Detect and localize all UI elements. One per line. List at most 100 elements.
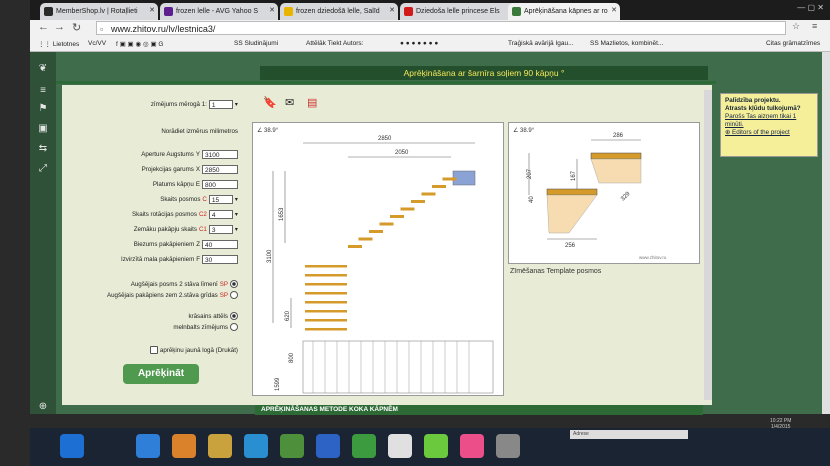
tab-tv[interactable]: Dziedoša lelle princese Els✕	[400, 3, 518, 20]
leaf-icon[interactable]: ❦	[38, 64, 48, 74]
close-icon[interactable]: ✕	[389, 6, 395, 14]
calc-form: zīmējums mērogā 1: 1 ▾ Norādiet izmērus m…	[66, 90, 246, 390]
panel-scrollbar[interactable]	[704, 90, 712, 400]
chevron-down-icon: ▾	[234, 101, 238, 108]
plan-outline	[302, 340, 494, 394]
scale-select[interactable]: 1	[208, 100, 233, 109]
step-tread	[305, 283, 347, 286]
bookmark-mazlietos[interactable]: SS Mazlietos, kombinēt...	[590, 40, 663, 47]
back-icon[interactable]: ←	[38, 21, 49, 33]
radio-color[interactable]: krāsains attēls	[188, 312, 238, 320]
bookmarks-bar: ⋮⋮ Lietotnes Vc/VV f ▣ ▣ ◉ ◎ ▣ G SS Slud…	[30, 37, 830, 52]
bookmark-icons-group[interactable]: f ▣ ▣ ◉ ◎ ▣ G	[116, 40, 163, 48]
new-window-row[interactable]: aprēķinu jaunā logā (Drukāt)	[149, 346, 238, 354]
media-icon[interactable]	[172, 434, 196, 458]
picasa-icon[interactable]	[460, 434, 484, 458]
address-bar[interactable]: ▫ www.zhitov.ru/lv/lestnica3/	[96, 21, 786, 35]
address-toolbar[interactable]: Adrese	[570, 430, 688, 439]
bookmark-attelak[interactable]: Attēlāk Tiekt Autors:	[306, 40, 363, 47]
step-tread	[432, 185, 446, 188]
radio-bw[interactable]: melnbalts zīmējums	[173, 323, 238, 331]
tab-membershop[interactable]: MemberShop.lv | Rotaļlieti ✕	[40, 3, 158, 20]
leaf-icon	[512, 7, 521, 16]
utorrent-icon[interactable]	[424, 434, 448, 458]
radio-under-floor[interactable]: Augšējais pakāpiens zem 2.stāva grīdas SP	[107, 291, 238, 299]
yahoo-icon	[164, 7, 173, 16]
thickness-input[interactable]: 40	[202, 240, 238, 249]
start-icon[interactable]	[60, 434, 84, 458]
step-tread	[400, 207, 415, 211]
radio-upper-level[interactable]: Augšējais posms 2 stāva līmenī SP	[131, 280, 238, 288]
translate-icon[interactable]: ⇆	[38, 144, 48, 154]
radio-button[interactable]	[230, 323, 238, 331]
lower-steps	[305, 265, 347, 331]
dim-label: 40	[529, 196, 535, 203]
bookmark-icons-group-2[interactable]: ● ● ● ● ● ● ●	[400, 40, 438, 47]
chrome-icon[interactable]	[388, 434, 412, 458]
mail-icon[interactable]: ✉	[285, 96, 294, 109]
folder-icon[interactable]	[208, 434, 232, 458]
app-icon[interactable]	[496, 434, 520, 458]
expand-icon[interactable]: ⤢	[38, 164, 48, 174]
dim-label: 2050	[395, 150, 409, 156]
radio-button[interactable]	[230, 280, 238, 288]
step-tread	[421, 192, 436, 196]
dim-label: 1653	[279, 207, 285, 221]
membershop-icon	[44, 7, 53, 16]
bookmark-tragiska[interactable]: Traģiskā avārijā Igau...	[508, 40, 574, 47]
page-scrollbar[interactable]	[822, 52, 830, 414]
tab-active-kapnes[interactable]: Aprēķināšana kāpnes ar ro ✕	[508, 3, 620, 20]
aperture-input[interactable]: 3100	[202, 150, 238, 159]
excel-icon[interactable]	[352, 434, 376, 458]
template-caption: Zīmēšanas Template posmos	[510, 268, 602, 275]
step-tread	[305, 274, 347, 277]
star-icon[interactable]: ☆	[792, 21, 800, 32]
skype-icon[interactable]	[244, 434, 268, 458]
scroll-up-icon[interactable]: ⊕	[38, 402, 48, 412]
close-icon[interactable]: ✕	[269, 6, 275, 14]
close-icon[interactable]: ✕	[149, 6, 155, 14]
template-svg: ∠ 38.9° 286 207 167 40 329 256 www.zhito…	[513, 127, 667, 260]
close-icon[interactable]: ✕	[611, 6, 617, 14]
site-sidebar: ❦ ≡ ⚑ ▣ ⇆ ⤢ ⊕	[30, 52, 56, 414]
radio-button[interactable]	[230, 312, 238, 320]
tab-frozen[interactable]: frozen dziedošā lelle, Salīd ✕	[280, 3, 398, 20]
plan-steps	[312, 341, 470, 393]
forward-icon[interactable]: →	[54, 21, 65, 33]
editors-link[interactable]: ⊕ Editors of the project	[725, 129, 813, 137]
bookmark-icon[interactable]: ⚑	[38, 104, 48, 114]
mail-icon[interactable]	[280, 434, 304, 458]
step-tread	[305, 265, 347, 268]
dim-label: 167	[571, 170, 577, 181]
chevron-down-icon: ▾	[234, 211, 238, 218]
share-icons: 🔖 ✉ ▤	[255, 94, 335, 114]
reload-icon[interactable]: ↻	[72, 21, 81, 34]
report-link[interactable]: Parošs Tas aizņem tikai 1 minūti.	[725, 113, 813, 129]
apps-icon: ⋮⋮	[38, 41, 53, 48]
menu-icon[interactable]: ≡	[812, 21, 817, 31]
calculate-button[interactable]: Aprēķināt	[123, 364, 199, 384]
bookmark-other[interactable]: Citas grāmatzīmes	[766, 40, 820, 47]
section-header: APRĒĶINĀŠANAS METODE KOKA KĀPNĒM	[255, 405, 703, 415]
projection-input[interactable]: 2850	[202, 165, 238, 174]
tab-yahoo[interactable]: frozen lelle - AVG Yahoo S ✕	[160, 3, 278, 20]
steps-select[interactable]: 15	[208, 195, 233, 204]
menu-icon[interactable]: ≡	[38, 86, 48, 96]
bookmark-icon[interactable]: 🔖	[263, 96, 277, 109]
lower-steps-select[interactable]: 3	[208, 225, 233, 234]
checkbox[interactable]	[149, 346, 158, 354]
bookmark-ss[interactable]: SS Sludinājumi	[234, 40, 278, 47]
step-tread	[379, 222, 394, 226]
width-input[interactable]: 800	[202, 180, 238, 189]
bookmark-apps[interactable]: ⋮⋮ Lietotnes	[38, 40, 79, 48]
scale-row: zīmējums mērogā 1: 1 ▾	[150, 100, 238, 109]
rotation-select[interactable]: 4	[208, 210, 233, 219]
ie-icon[interactable]	[136, 434, 160, 458]
overhang-input[interactable]: 30	[202, 255, 238, 264]
bookmark-vcvv[interactable]: Vc/VV	[88, 40, 106, 47]
word-icon[interactable]	[316, 434, 340, 458]
pdf-icon[interactable]: ▤	[307, 96, 317, 109]
window-controls[interactable]: — ▢ ✕	[797, 3, 824, 12]
radio-button[interactable]	[230, 291, 238, 299]
lock-icon[interactable]: ▣	[38, 124, 48, 134]
